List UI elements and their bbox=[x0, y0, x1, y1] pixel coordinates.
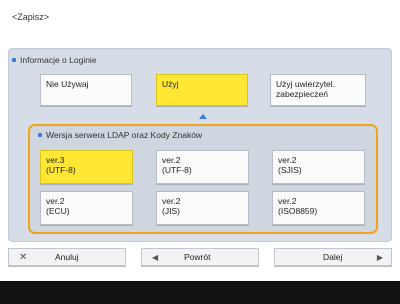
ldap-option-ver2-iso8859[interactable]: ver.2 (ISO8859) bbox=[272, 191, 365, 225]
bullet-icon bbox=[12, 58, 16, 62]
arrow-right-icon: ▶ bbox=[376, 252, 383, 262]
ldap-option-ver2-jis[interactable]: ver.2 (JIS) bbox=[156, 191, 249, 225]
bullet-icon bbox=[38, 133, 42, 137]
login-section-label: Informacje o Loginie bbox=[12, 55, 97, 65]
login-option-uzyj[interactable]: Użyj bbox=[156, 74, 248, 106]
arrow-left-icon: ◀ bbox=[152, 252, 159, 262]
ldap-option-ver2-utf8[interactable]: ver.2 (UTF-8) bbox=[156, 150, 249, 184]
ldap-section-title: Wersja serwera LDAP oraz Kody Znaków bbox=[46, 130, 203, 140]
login-option-uzyj-uwierzytel[interactable]: Użyj uwierzytel. zabezpieczeń bbox=[270, 74, 366, 106]
back-label: Powrót bbox=[184, 252, 211, 262]
triangle-up-icon bbox=[199, 114, 207, 119]
ldap-option-label: ver.2 (JIS) bbox=[162, 196, 181, 216]
ldap-option-label: ver.3 (UTF-8) bbox=[46, 155, 76, 175]
login-option-label: Użyj uwierzytel. zabezpieczeń bbox=[276, 79, 336, 99]
next-label: Dalej bbox=[323, 252, 343, 262]
login-option-label: Nie Używaj bbox=[46, 79, 89, 89]
next-button[interactable]: Dalej ▶ bbox=[274, 248, 392, 266]
close-icon: ✕ bbox=[19, 251, 28, 263]
ldap-section-label: Wersja serwera LDAP oraz Kody Znaków bbox=[38, 130, 202, 140]
ldap-option-label: ver.2 (UTF-8) bbox=[162, 155, 192, 175]
ldap-option-ver2-sjis[interactable]: ver.2 (SJIS) bbox=[272, 150, 365, 184]
login-section-title: Informacje o Loginie bbox=[20, 55, 97, 65]
ldap-option-label: ver.2 (SJIS) bbox=[278, 155, 302, 175]
back-button[interactable]: ◀ Powrót bbox=[141, 248, 259, 266]
login-option-label: Użyj bbox=[162, 79, 179, 89]
cancel-label: Anuluj bbox=[55, 252, 79, 262]
ldap-option-ver3-utf8[interactable]: ver.3 (UTF-8) bbox=[40, 150, 133, 184]
bottom-bar bbox=[0, 281, 400, 304]
cancel-button[interactable]: ✕ Anuluj bbox=[8, 248, 126, 266]
ldap-option-label: ver.2 (ISO8859) bbox=[278, 196, 318, 216]
page-title: <Zapisz> bbox=[12, 12, 50, 22]
login-option-nie-uzywaj[interactable]: Nie Używaj bbox=[40, 74, 132, 106]
ldap-option-label: ver.2 (ECU) bbox=[46, 196, 70, 216]
ldap-option-ver2-ecu[interactable]: ver.2 (ECU) bbox=[40, 191, 133, 225]
